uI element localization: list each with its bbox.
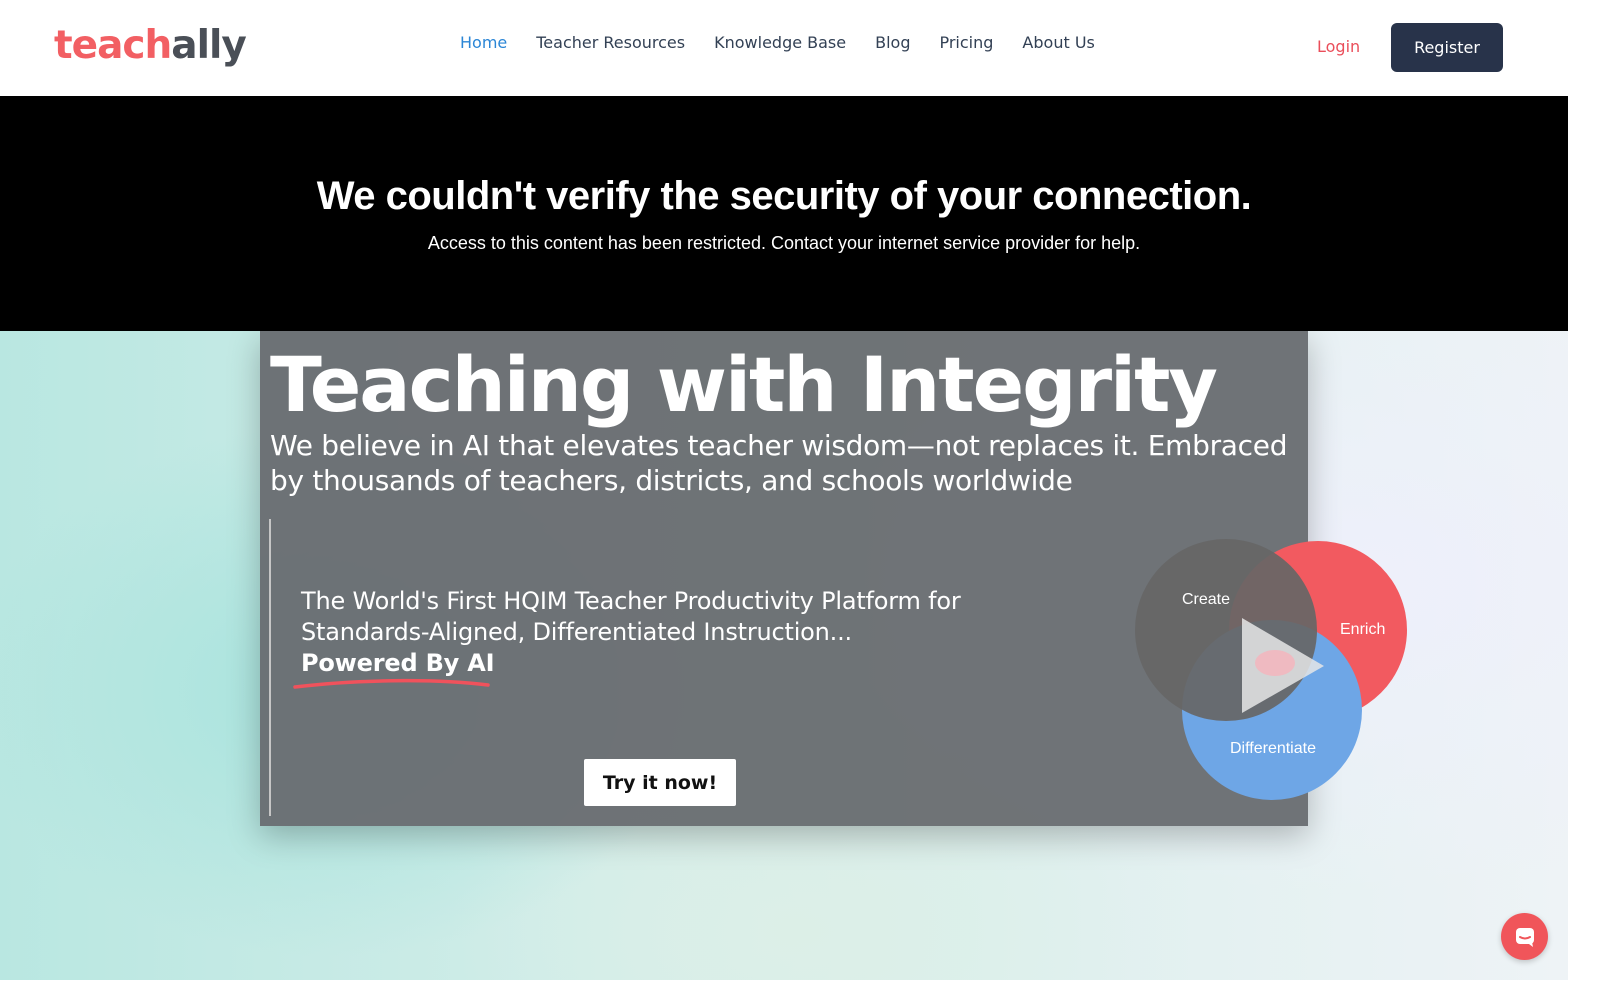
teachally-logo[interactable]: teachally	[54, 22, 247, 70]
site-header: teachally Home Teacher Resources Knowled…	[0, 0, 1568, 96]
nav-about-us[interactable]: About Us	[1022, 33, 1094, 53]
nav-pricing[interactable]: Pricing	[939, 33, 993, 53]
nav-teacher-resources[interactable]: Teacher Resources	[536, 33, 685, 53]
chat-launcher-button[interactable]	[1501, 913, 1548, 960]
nav-blog[interactable]: Blog	[875, 33, 910, 53]
divider-line	[269, 519, 271, 816]
hero-subtitle: We believe in AI that elevates teacher w…	[270, 429, 1288, 497]
chat-icon	[1515, 927, 1534, 947]
apple-icon	[1255, 650, 1295, 676]
main-nav: Home Teacher Resources Knowledge Base Bl…	[460, 33, 1124, 53]
venn-label-enrich: Enrich	[1340, 621, 1386, 638]
banner-message: Access to this content has been restrict…	[427, 233, 1141, 253]
banner-title: We couldn't verify the security of your …	[316, 174, 1252, 218]
underline-swoosh	[293, 678, 490, 689]
nav-home[interactable]: Home	[460, 33, 507, 53]
try-it-now-button[interactable]: Try it now!	[584, 759, 736, 806]
tagline-line-2: Standards-Aligned, Differentiated Instru…	[301, 618, 852, 646]
logo-teach: teach	[54, 23, 172, 68]
logo-ally: ally	[171, 23, 246, 68]
security-banner: We couldn't verify the security of your …	[0, 96, 1568, 331]
venn-diagram[interactable]: Create Enrich Differentiate	[1130, 535, 1410, 805]
tagline-powered-by-ai: Powered By AI	[301, 649, 495, 677]
venn-label-differentiate: Differentiate	[1230, 740, 1316, 757]
login-link[interactable]: Login	[1317, 37, 1360, 57]
tagline-line-1: The World's First HQIM Teacher Productiv…	[301, 587, 961, 615]
hero-title: Teaching with Integrity	[270, 340, 1218, 429]
hero-tagline: The World's First HQIM Teacher Productiv…	[301, 586, 1061, 679]
register-button[interactable]: Register	[1391, 23, 1503, 72]
nav-knowledge-base[interactable]: Knowledge Base	[714, 33, 846, 53]
venn-circle-create	[1135, 539, 1317, 721]
venn-graphic	[1135, 539, 1407, 800]
venn-label-create: Create	[1182, 591, 1231, 608]
